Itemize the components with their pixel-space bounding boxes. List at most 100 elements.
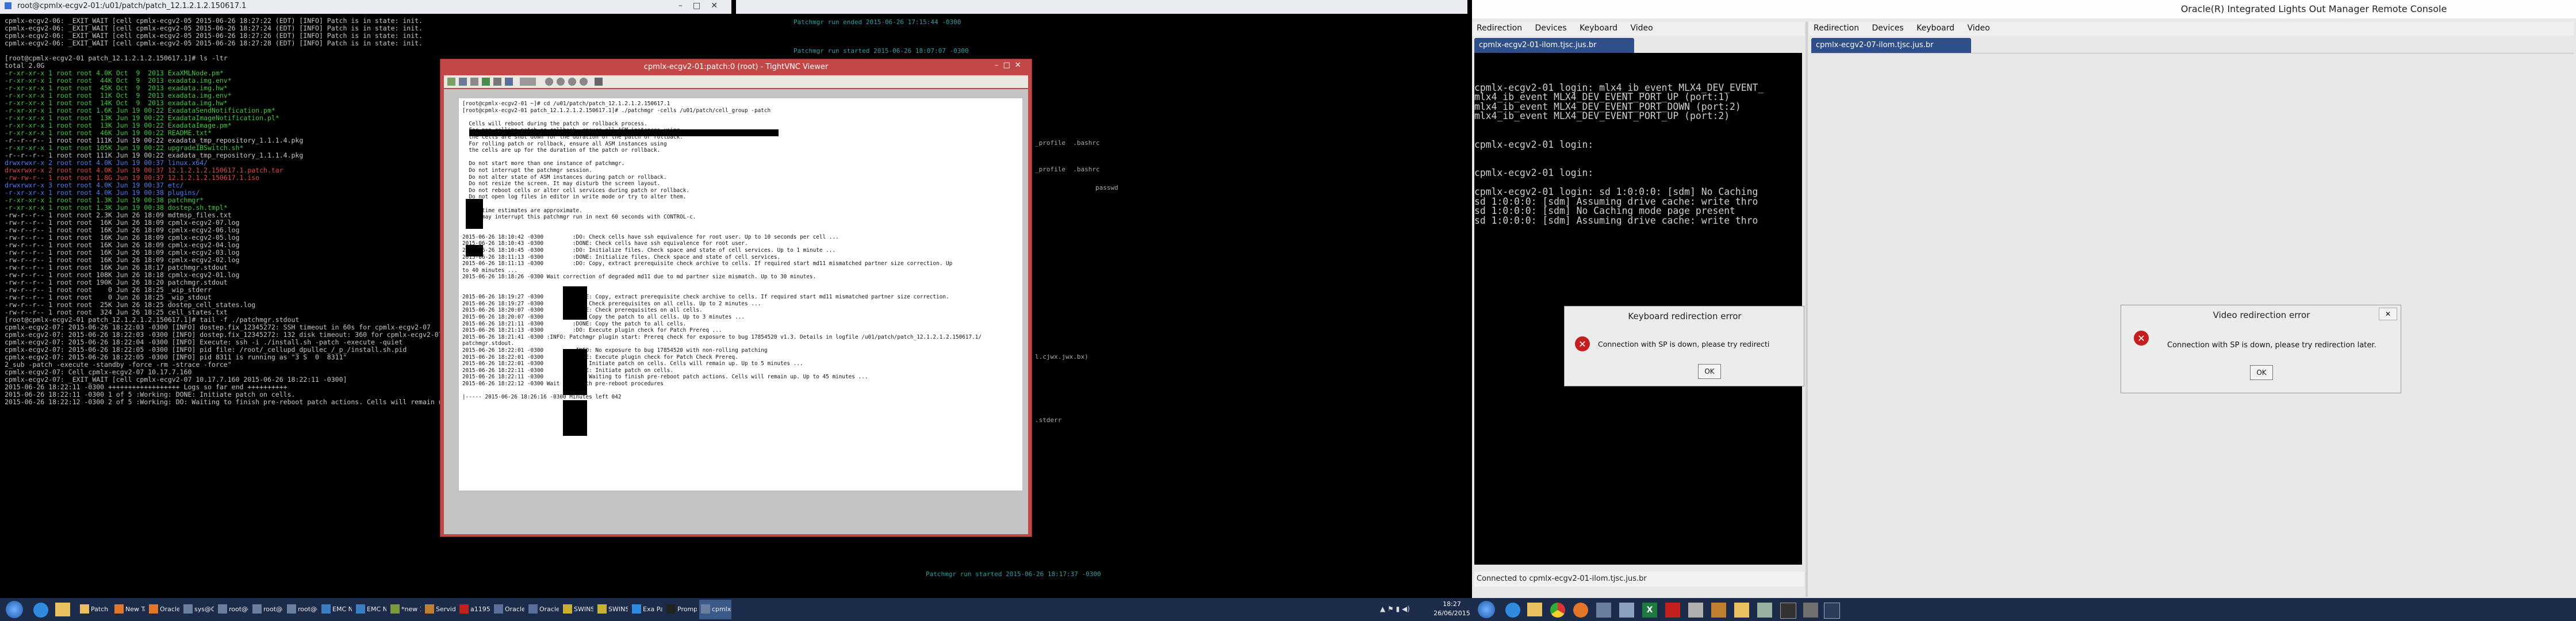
toolbar-zoom-100-icon[interactable] — [580, 78, 588, 86]
keyboard-error-ok-button[interactable]: OK — [1698, 364, 1721, 379]
toolbar-zoom-fit-icon[interactable] — [568, 78, 576, 86]
taskbar-button[interactable]: EMC Net... — [354, 600, 386, 619]
vnc-line: the cells are up for the duration of the… — [462, 147, 661, 154]
ilom-left-tab[interactable]: cpmlx-ecgv2-01-ilom.tjsc.jus.br — [1474, 38, 1634, 53]
toolbar-info-icon[interactable] — [505, 78, 513, 86]
toolbar-fullscreen-icon[interactable] — [595, 78, 603, 86]
pinned-app4-icon-right[interactable] — [1734, 603, 1749, 618]
taskbar-app-icon — [701, 604, 710, 614]
vnc-canvas[interactable]: [root@cpmlx-ecgv2-01 ~]# cd /u01/patch/p… — [444, 89, 1028, 534]
pinned-app2-icon-right[interactable] — [1688, 603, 1703, 618]
error-icon: ✕ — [1575, 336, 1590, 351]
pinned-explorer-icon[interactable] — [55, 603, 70, 616]
dialog-close-icon[interactable]: ✕ — [2379, 308, 2397, 320]
video-error-icon: ✕ — [2134, 331, 2149, 346]
taskbar-button[interactable]: a11951.p... — [458, 600, 490, 619]
vnc-line: Do not reboot cells or alter cell servic… — [462, 187, 690, 194]
ilom-titlebar[interactable]: Oracle(R) Integrated Lights Out Manager … — [1472, 0, 2576, 18]
taskbar-button[interactable]: Oracle(R)... — [492, 600, 524, 619]
menu-keyboard[interactable]: Keyboard — [1580, 24, 1617, 33]
pinned-app-icon-right[interactable] — [1619, 603, 1634, 618]
taskbar-button[interactable]: Prompt ... — [665, 600, 697, 619]
taskbar-clock-time[interactable]: 18:27 — [1438, 600, 1466, 608]
taskbar-button[interactable]: Oracle(R)... — [527, 600, 559, 619]
taskbar-button-label: Oracle(R)... — [539, 605, 559, 613]
toolbar-connect-icon[interactable] — [447, 78, 455, 86]
taskbar-button[interactable]: sys@OSD... — [182, 600, 214, 619]
vnc-window-controls[interactable]: –□✕ — [995, 61, 1028, 71]
pinned-app3-icon-right[interactable] — [1711, 603, 1726, 618]
left-terminal-titlebar[interactable]: root@cpmlx-ecgv2-01:/u01/patch/patch_12.… — [0, 0, 731, 14]
taskbar-button[interactable]: Servidore... — [423, 600, 455, 619]
pinned-putty-icon-right[interactable] — [1596, 603, 1611, 618]
vnc-line: patchmgr.stdout. — [462, 340, 515, 347]
vnc-remote-screen[interactable]: [root@cpmlx-ecgv2-01 ~]# cd /u01/patch/p… — [459, 98, 1022, 490]
pinned-app6-icon-right[interactable] — [1780, 603, 1796, 619]
menu-redirection-right[interactable]: Redirection — [1814, 24, 1859, 33]
patchmgr-ended-header: Patchmgr run ended 2015-06-26 17:15:44 -… — [793, 18, 961, 26]
video-error-dialog[interactable]: Video redirection error ✕ ✕ Connection w… — [2121, 305, 2401, 393]
menu-keyboard-right[interactable]: Keyboard — [1916, 24, 1954, 33]
start-button-right[interactable] — [1478, 601, 1495, 618]
menu-redirection[interactable]: Redirection — [1477, 24, 1522, 33]
menu-devices-right[interactable]: Devices — [1872, 24, 1904, 33]
pinned-pdf-icon-right[interactable] — [1665, 603, 1680, 618]
pinned-app7-icon-right[interactable] — [1803, 603, 1818, 618]
pinned-chrome-icon-right[interactable] — [1550, 603, 1565, 618]
taskbar-button[interactable]: SWINST -... — [561, 600, 593, 619]
toolbar-ctrl-alt-del-icon[interactable] — [520, 78, 536, 86]
vnc-line — [462, 201, 1019, 208]
pinned-app5-icon-right[interactable] — [1757, 603, 1772, 618]
taskbar-button[interactable]: New Tab... — [113, 600, 145, 619]
monitor-left: root@cpmlx-ecgv2-01:/u01/patch/patch_12.… — [0, 0, 1472, 598]
ilom-right-tab[interactable]: cpmlx-ecgv2-07-ilom.tjsc.jus.br — [1811, 38, 1971, 53]
vnc-titlebar[interactable]: cpmlx-ecgv2-01:patch:0 (root) - TightVNC… — [440, 59, 1032, 74]
left-terminal-window-controls: –□✕ — [678, 1, 728, 10]
taskbar-app-icon — [80, 604, 89, 614]
taskbar-right: X — [1472, 598, 2576, 621]
vnc-line: 2015-06-26 18:21:11 -0300 :DONE: Copy th… — [462, 320, 687, 327]
vnc-line: Cells will reboot during the patch or ro… — [462, 120, 647, 127]
taskbar-button-label: Exa Patc... — [643, 605, 662, 613]
taskbar-button-label: Oracle(R)... — [505, 605, 524, 613]
pinned-excel-icon-right[interactable]: X — [1642, 603, 1657, 618]
pinned-ie-icon[interactable] — [33, 603, 48, 618]
taskbar-button[interactable]: Oracle®... — [147, 600, 179, 619]
keyboard-error-dialog[interactable]: Keyboard redirection error ✕ Connection … — [1564, 306, 1804, 386]
ilom-title: Oracle(R) Integrated Lights Out Manager … — [2180, 3, 2447, 14]
toolbar-save-icon[interactable] — [459, 78, 467, 86]
right-terminal-titlebar[interactable] — [736, 0, 1467, 14]
start-button[interactable] — [6, 601, 23, 618]
taskbar-button[interactable]: Patch Ex... — [78, 600, 110, 619]
pinned-app8-icon-right[interactable] — [1824, 603, 1840, 619]
keyboard-error-title: Keyboard redirection error — [1628, 311, 1742, 321]
taskbar-button[interactable]: *new 11... — [389, 600, 421, 619]
taskbar-clock-date[interactable]: 26/06/2015 — [1433, 610, 1470, 617]
toolbar-pause-icon[interactable] — [470, 78, 478, 86]
taskbar-button[interactable]: root@cv... — [251, 600, 283, 619]
toolbar-zoom-in-icon[interactable] — [545, 78, 553, 86]
taskbar-app-icon — [321, 604, 331, 614]
toolbar-options-icon[interactable] — [493, 78, 501, 86]
taskbar-button[interactable]: Exa Patc... — [630, 600, 662, 619]
taskbar-button[interactable]: root@cv... — [216, 600, 248, 619]
tray-icons[interactable]: ▲ ⚑ ▮ ◀) — [1380, 605, 1432, 614]
taskbar-button[interactable]: EMC Net... — [320, 600, 352, 619]
pinned-ie-icon-right[interactable] — [1505, 603, 1520, 618]
taskbar-button[interactable]: SWINST -... — [596, 600, 628, 619]
toolbar-zoom-out-icon[interactable] — [557, 78, 565, 86]
menu-video[interactable]: Video — [1630, 24, 1653, 33]
taskbar-button[interactable]: cpmlx-e... — [699, 600, 731, 619]
ilom-window[interactable]: Oracle(R) Integrated Lights Out Manager … — [1472, 0, 2576, 598]
ilom-left-tab-label: cpmlx-ecgv2-01-ilom.tjsc.jus.br — [1479, 41, 1597, 49]
toolbar-refresh-icon[interactable] — [482, 78, 490, 86]
video-error-ok-button[interactable]: OK — [2250, 365, 2273, 380]
pinned-explorer-icon-right[interactable] — [1527, 603, 1542, 616]
pinned-firefox-icon-right[interactable] — [1573, 603, 1588, 618]
vnc-window[interactable]: cpmlx-ecgv2-01:patch:0 (root) - TightVNC… — [440, 59, 1032, 537]
menu-video-right[interactable]: Video — [1967, 24, 1989, 33]
taskbar-left: Patch Ex... New Tab... Oracle®... sys@OSD..… — [0, 598, 1472, 621]
vnc-toolbar[interactable] — [444, 75, 1028, 88]
taskbar-button[interactable]: root@cp... — [285, 600, 317, 619]
menu-devices[interactable]: Devices — [1535, 24, 1567, 33]
